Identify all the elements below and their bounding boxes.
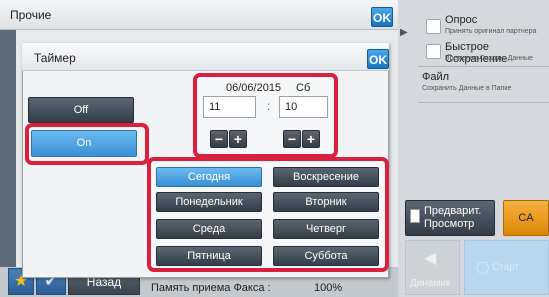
divider [418,102,549,103]
day-sunday-button[interactable]: Воскресение [273,167,379,187]
preview-label-line2: Просмотр [424,218,475,230]
speaker-icon: ◀ [424,250,437,267]
hour-plus-button[interactable]: + [229,130,247,148]
opros-label: Опрос [445,14,478,26]
timer-off-button[interactable]: Off [28,97,134,123]
timer-dialog-title-bar [22,43,389,71]
day-monday-button[interactable]: Понедельник [156,192,262,212]
day-wednesday-button[interactable]: Среда [156,219,262,239]
main-title-bar [0,0,398,30]
divider [418,66,549,67]
day-tuesday-button[interactable]: Вторник [273,192,379,212]
opros-checkbox[interactable] [426,19,441,34]
day-thursday-button[interactable]: Четверг [273,219,379,239]
minute-plus-button[interactable]: + [302,130,320,148]
preview-label-line1: Предварит. [424,205,482,217]
opros-sublabel: Принять оригинал партнера [445,28,537,35]
main-title: Прочие [10,8,52,22]
date-display: 06/06/2015 [226,82,282,94]
minute-minus-button[interactable]: − [283,130,301,148]
quick-save-checkbox[interactable] [426,44,441,59]
fax-memory-value: 100% [314,282,343,294]
timer-dialog-title: Таймер [34,51,76,65]
file-item-label[interactable]: Файл [422,71,449,83]
left-edge-strip [0,30,16,270]
main-ok-button[interactable]: OK [371,7,393,27]
weekday-display: Сб [296,82,311,94]
quick-save-sublabel: Временно Сохран. Данные [445,55,533,62]
fax-memory-label: Память приема Факса : [151,282,271,294]
hour-field[interactable]: 11 [203,96,256,118]
minute-field[interactable]: 10 [279,96,328,118]
start-icon: ◯ [476,260,490,274]
hour-minus-button[interactable]: − [210,130,228,148]
timer-on-button[interactable]: On [31,130,137,157]
ca-button[interactable]: CA [503,200,549,236]
day-today-button[interactable]: Сегодня [156,167,262,187]
timer-ok-button[interactable]: OK [367,49,389,69]
preview-page-icon [410,209,420,223]
day-friday-button[interactable]: Пятница [156,246,262,266]
start-label: Старт [492,262,520,273]
file-item-sublabel: Сохранить Данные в Папке [422,85,512,92]
preview-label: Предварит. Просмотр [424,205,481,231]
collapse-arrow-icon[interactable]: ▶ [400,27,408,38]
speaker-label: Динамик [410,278,451,289]
day-saturday-button[interactable]: Суббота [273,246,379,266]
time-separator: : [267,99,271,113]
